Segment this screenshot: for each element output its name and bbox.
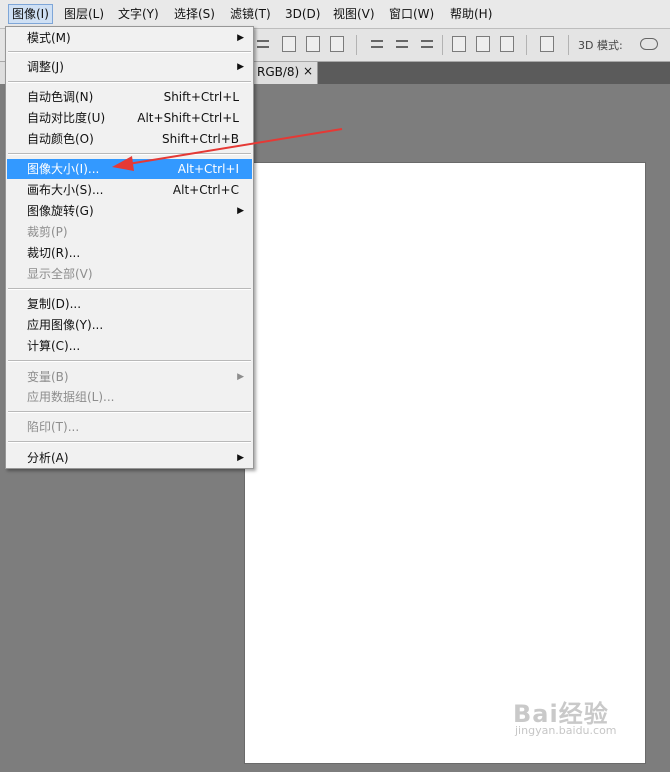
menu-item-label: 调整(J) <box>27 60 64 74</box>
menu-help[interactable]: 帮助(H) <box>447 5 495 23</box>
menu-3d[interactable]: 3D(D) <box>282 5 323 23</box>
menu-item-canvas-size[interactable]: 画布大小(S)... Alt+Ctrl+C <box>7 180 252 200</box>
menu-item-auto-contrast[interactable]: 自动对比度(U) Alt+Shift+Ctrl+L <box>7 108 252 128</box>
menu-item-label: 陷印(T)... <box>27 420 80 434</box>
align-top-edges-icon[interactable] <box>330 36 344 52</box>
menu-item-label: 复制(D)... <box>27 297 82 311</box>
menu-item-shortcut: Shift+Ctrl+B <box>162 132 239 146</box>
menu-separator <box>8 153 251 155</box>
document-tab-title: RGB/8) <box>257 65 300 79</box>
auto-align-layers-icon[interactable] <box>540 36 554 52</box>
menu-separator <box>8 441 251 443</box>
menu-item-trim[interactable]: 裁切(R)... <box>7 243 252 263</box>
menu-filter[interactable]: 滤镜(T) <box>227 5 274 23</box>
menu-type[interactable]: 文字(Y) <box>115 5 162 23</box>
menu-item-label: 图像旋转(G) <box>27 204 94 218</box>
align-left-edges-icon[interactable] <box>256 36 270 52</box>
menu-item-image-rotation[interactable]: 图像旋转(G) ▶ <box>7 201 252 221</box>
submenu-arrow-icon: ▶ <box>237 372 244 382</box>
distribute-right-icon[interactable] <box>500 36 514 52</box>
distribute-vertical-centers-icon[interactable] <box>395 36 409 52</box>
menu-item-label: 模式(M) <box>27 31 71 45</box>
menu-item-label: 分析(A) <box>27 451 69 465</box>
menu-item-calculations[interactable]: 计算(C)... <box>7 336 252 356</box>
toolbar-divider <box>356 35 357 55</box>
submenu-arrow-icon: ▶ <box>237 62 244 72</box>
menu-item-adjustments[interactable]: 调整(J) ▶ <box>7 57 252 77</box>
distribute-left-icon[interactable] <box>452 36 466 52</box>
menu-select[interactable]: 选择(S) <box>171 5 218 23</box>
image-menu-dropdown: 模式(M) ▶ 调整(J) ▶ 自动色调(N) Shift+Ctrl+L 自动对… <box>5 26 254 469</box>
menu-item-duplicate[interactable]: 复制(D)... <box>7 294 252 314</box>
3d-orbit-icon[interactable] <box>640 38 658 50</box>
distribute-horizontal-centers-icon[interactable] <box>476 36 490 52</box>
menu-item-auto-tone[interactable]: 自动色调(N) Shift+Ctrl+L <box>7 87 252 107</box>
submenu-arrow-icon: ▶ <box>237 453 244 463</box>
menu-item-variables[interactable]: 变量(B) ▶ <box>7 367 252 387</box>
toolbar-divider <box>442 35 443 55</box>
watermark: Bai经验 jingyan.baidu.com <box>513 694 617 737</box>
menu-item-label: 计算(C)... <box>27 339 81 353</box>
menu-separator <box>8 411 251 413</box>
menu-item-label: 应用图像(Y)... <box>27 318 104 332</box>
menu-item-trap[interactable]: 陷印(T)... <box>7 417 252 437</box>
menu-item-label: 自动色调(N) <box>27 90 94 104</box>
menu-item-label: 图像大小(I)... <box>27 162 100 176</box>
3d-mode-label: 3D 模式: <box>578 39 623 52</box>
menu-item-apply-image[interactable]: 应用图像(Y)... <box>7 315 252 335</box>
menu-item-label: 裁剪(P) <box>27 225 68 239</box>
menu-item-label: 变量(B) <box>27 370 69 384</box>
menu-item-label: 裁切(R)... <box>27 246 81 260</box>
submenu-arrow-icon: ▶ <box>237 33 244 43</box>
menu-image[interactable]: 图像(I) <box>8 4 53 24</box>
menu-item-auto-color[interactable]: 自动颜色(O) Shift+Ctrl+B <box>7 129 252 149</box>
menu-window[interactable]: 窗口(W) <box>386 5 437 23</box>
menu-item-mode[interactable]: 模式(M) ▶ <box>7 28 252 48</box>
menu-item-label: 画布大小(S)... <box>27 183 104 197</box>
menu-item-shortcut: Alt+Ctrl+I <box>177 162 239 176</box>
menu-view[interactable]: 视图(V) <box>330 5 378 23</box>
menu-item-shortcut: Shift+Ctrl+L <box>163 90 239 104</box>
menu-layer[interactable]: 图层(L) <box>61 5 107 23</box>
align-right-edges-icon[interactable] <box>306 36 320 52</box>
menu-item-image-size[interactable]: 图像大小(I)... Alt+Ctrl+I <box>7 159 252 179</box>
menu-item-reveal-all[interactable]: 显示全部(V) <box>7 264 252 284</box>
distribute-bottom-icon[interactable] <box>420 36 434 52</box>
menu-separator <box>8 51 251 53</box>
toolbar-divider <box>526 35 527 55</box>
menu-item-label: 自动对比度(U) <box>27 111 106 125</box>
menu-separator <box>8 81 251 83</box>
watermark-site: jingyan.baidu.com <box>515 724 617 737</box>
menu-separator <box>8 288 251 290</box>
menu-item-analysis[interactable]: 分析(A) ▶ <box>7 448 252 468</box>
menu-item-shortcut: Alt+Shift+Ctrl+L <box>137 111 239 125</box>
menu-item-label: 显示全部(V) <box>27 267 93 281</box>
close-tab-icon[interactable]: × <box>303 64 313 78</box>
menu-item-label: 自动颜色(O) <box>27 132 94 146</box>
menu-item-apply-data-set[interactable]: 应用数据组(L)... <box>7 387 252 407</box>
menu-item-shortcut: Alt+Ctrl+C <box>172 183 239 197</box>
menu-separator <box>8 360 251 362</box>
distribute-top-icon[interactable] <box>370 36 384 52</box>
submenu-arrow-icon: ▶ <box>237 206 244 216</box>
menu-item-crop[interactable]: 裁剪(P) <box>7 222 252 242</box>
menu-bar: 图像(I) 图层(L) 文字(Y) 选择(S) 滤镜(T) 3D(D) 视图(V… <box>0 0 670 29</box>
toolbar-divider <box>568 35 569 55</box>
menu-item-label: 应用数据组(L)... <box>27 390 115 404</box>
align-horizontal-centers-icon[interactable] <box>282 36 296 52</box>
document-canvas[interactable] <box>245 163 645 763</box>
